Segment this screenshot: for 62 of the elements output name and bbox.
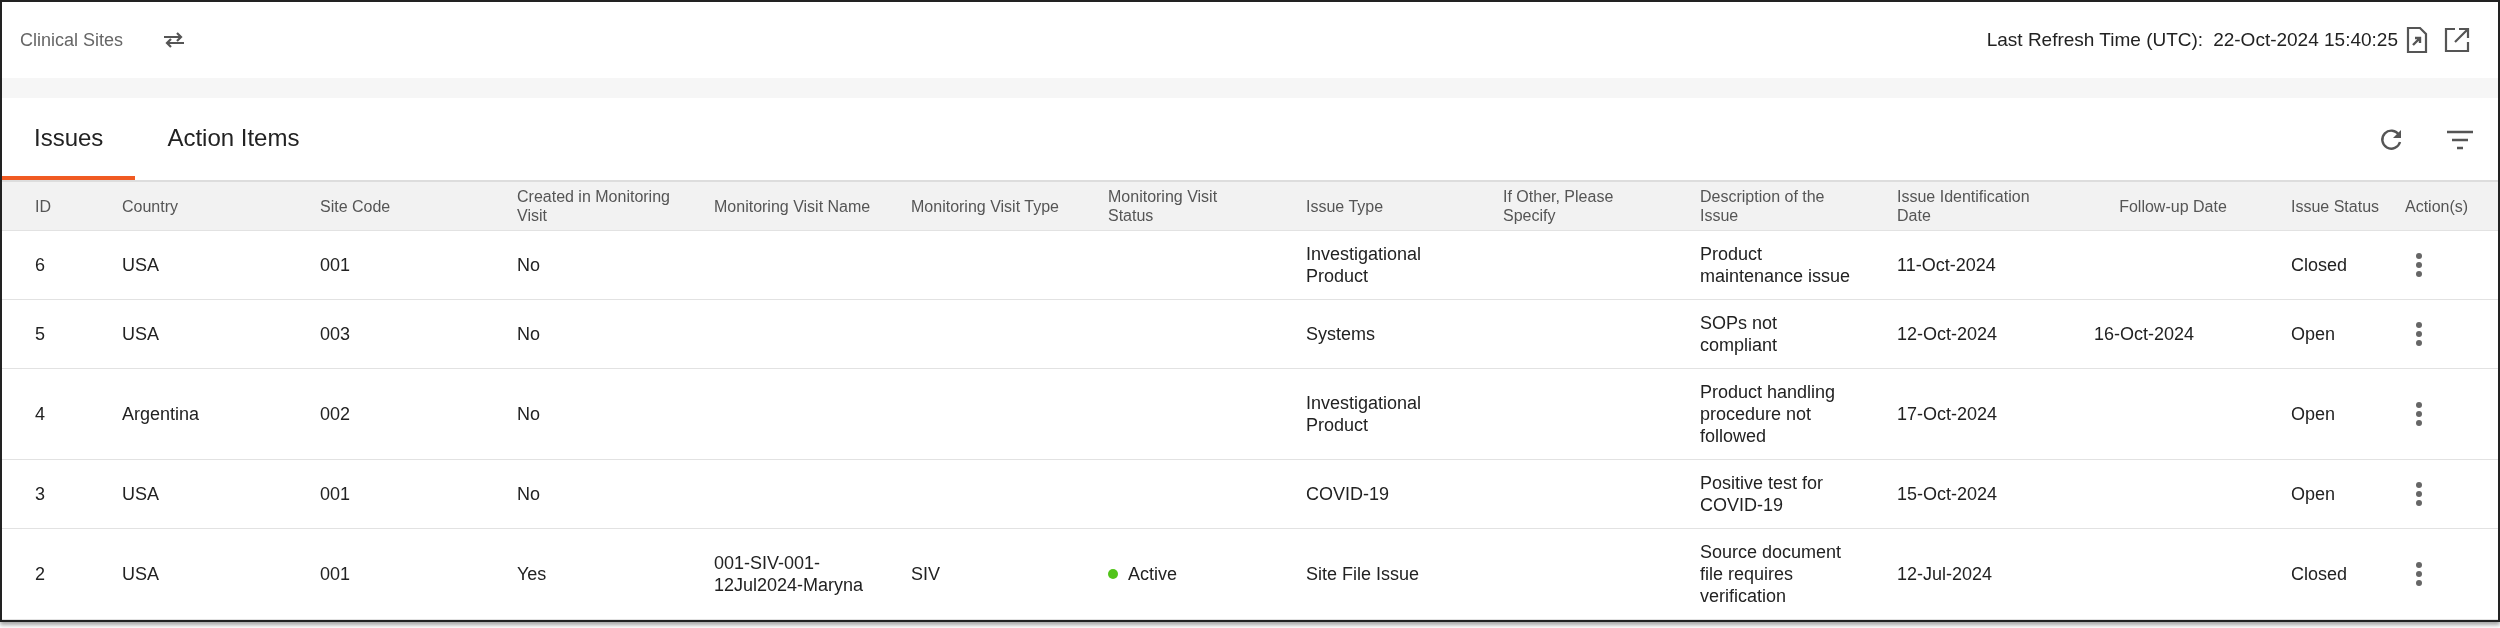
table-cell-text: 3 xyxy=(35,483,46,506)
table-cell-text: 12-Oct-2024 xyxy=(1897,323,1999,346)
table-cell-text: 12-Jul-2024 xyxy=(1897,563,1994,586)
table-cell-text: No xyxy=(517,483,541,506)
table-cell-text: Product handling procedure not followed xyxy=(1700,381,1837,448)
column-header: Action(s) xyxy=(2405,196,2470,217)
table-cell-text: Closed xyxy=(2291,563,2349,586)
table-cell-text: USA xyxy=(122,563,160,586)
table-cell-text: SIV xyxy=(911,563,941,586)
table-cell-text: 6 xyxy=(35,254,46,277)
table-cell-text: 15-Oct-2024 xyxy=(1897,483,1999,506)
table-cell-text: Investigational Product xyxy=(1306,392,1423,437)
table-cell-text: 001 xyxy=(320,254,352,277)
table-cell-text: 003 xyxy=(320,323,352,346)
table-cell-text: Investigational Product xyxy=(1306,243,1423,288)
refresh-label: Last Refresh Time (UTC): xyxy=(1986,29,2204,51)
table-cell-text: USA xyxy=(122,483,160,506)
column-header: If Other, Please Specify xyxy=(1503,187,1615,226)
table-cell-text: Open xyxy=(2291,403,2337,426)
column-header: Country xyxy=(122,196,180,217)
table-cell-text: Product maintenance issue xyxy=(1700,243,1852,288)
table-cell-text: 001 xyxy=(320,563,352,586)
table-cell-text: Argentina xyxy=(122,403,201,426)
table-cell-text: Positive test for COVID-19 xyxy=(1700,472,1825,517)
column-header: Monitoring Visit Type xyxy=(911,196,1060,217)
column-header: Site Code xyxy=(320,196,392,217)
table-cell-text: No xyxy=(517,403,541,426)
table-cell-text: Source document file requires verification xyxy=(1700,541,1843,608)
column-header: Issue Type xyxy=(1306,196,1385,217)
table-cell-text: 5 xyxy=(35,323,46,346)
status-text: Active xyxy=(1128,563,1178,585)
column-header: Monitoring Visit Status xyxy=(1108,187,1219,226)
table-cell-text: 17-Oct-2024 xyxy=(1897,403,1999,426)
table-cell-text: 2 xyxy=(35,563,46,586)
table-cell-text: 001 xyxy=(320,483,352,506)
column-header: Issue Status xyxy=(2291,196,2381,217)
table-cell-text: SOPs not compliant xyxy=(1700,312,1779,357)
column-header: Issue Identification Date xyxy=(1897,187,2031,226)
table-cell-text: USA xyxy=(122,254,160,277)
column-header: Follow-up Date xyxy=(2118,196,2228,217)
column-header: Monitoring Visit Name xyxy=(714,196,872,217)
tab[interactable]: Action Items xyxy=(135,100,332,180)
table-cell-text: No xyxy=(517,323,541,346)
table-cell-text: 001-SIV-001-12Jul2024-Maryna xyxy=(714,552,865,597)
table-cell-text: 4 xyxy=(35,403,46,426)
table-cell-text: COVID-19 xyxy=(1306,483,1391,506)
table-cell-text: Open xyxy=(2291,323,2337,346)
column-header: Description of the Issue xyxy=(1700,187,1826,226)
table-cell-text: 16-Oct-2024 xyxy=(2094,323,2196,346)
table-cell-text: Systems xyxy=(1306,323,1376,346)
table-cell-text: Yes xyxy=(517,563,548,586)
table-cell-text: Closed xyxy=(2291,254,2349,277)
column-header: ID xyxy=(35,196,52,217)
table-cell-text: 002 xyxy=(320,403,352,426)
refresh-time: 22-Oct-2024 15:40:25 xyxy=(2213,29,2398,51)
table-cell-text: Site File Issue xyxy=(1306,563,1421,586)
table-cell-text: Open xyxy=(2291,483,2337,506)
page-title: Clinical Sites xyxy=(20,29,124,51)
table-cell-text: No xyxy=(517,254,541,277)
table-cell-text: 11-Oct-2024 xyxy=(1897,254,1997,277)
table-cell-text: USA xyxy=(122,323,160,346)
column-header: Created in Monitoring Visit xyxy=(517,187,671,226)
